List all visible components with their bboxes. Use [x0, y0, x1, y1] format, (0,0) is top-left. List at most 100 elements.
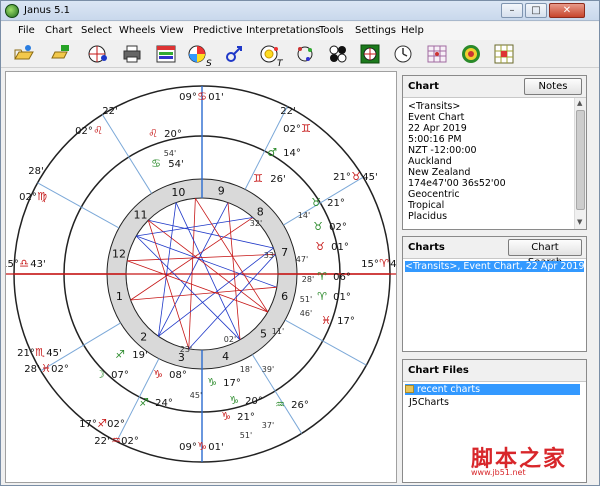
chart-info-scrollbar[interactable]: ▲ ▼ — [574, 98, 586, 229]
chart-list-item[interactable]: <Transits>, Event Chart, 22 Apr 2019, 5:… — [405, 261, 584, 272]
planet-sign-glyph: ♐ — [115, 348, 125, 361]
house-number: 10 — [171, 186, 185, 199]
dial-icon[interactable] — [359, 43, 381, 65]
planet-sign-glyph: ♂ — [267, 146, 277, 159]
clock-icon[interactable] — [392, 43, 414, 65]
planet-sign-glyph: ♉ — [315, 240, 325, 253]
chart-info-scroll-thumb[interactable] — [576, 110, 585, 210]
planet-minute-label: 37' — [262, 421, 274, 430]
file-item-label: recent charts — [417, 384, 481, 395]
time-map-icon[interactable] — [426, 43, 448, 65]
planet-sign-glyph: ♐ — [139, 396, 149, 409]
save-chart-icon[interactable] — [49, 43, 71, 65]
chart-wheel-icon[interactable] — [87, 43, 109, 65]
info-line-house-system: Placidus — [408, 211, 448, 222]
zodiac-sign-glyph: ♍ — [37, 190, 47, 203]
scroll-down-icon[interactable]: ▼ — [577, 218, 582, 226]
cusp-degree-label: 28' — [28, 166, 43, 177]
zodiac-sign-glyph: ♋ — [197, 90, 207, 103]
minimize-button[interactable]: – — [501, 3, 523, 18]
close-button[interactable]: ✕ — [549, 3, 585, 18]
chart-wheel[interactable]: 123 45678910111209° ♋ 01'22'02° ♌22'02° ♊28'0… — [6, 72, 397, 483]
house-number: 11 — [133, 209, 147, 222]
planet-minute-label: 28' — [302, 275, 314, 284]
menu-wheels[interactable]: Wheels — [119, 25, 156, 36]
zodiac-sign-glyph: ♏ — [35, 346, 45, 359]
notes-button[interactable]: Notes — [524, 78, 582, 95]
planet-minute-label: 23' — [180, 345, 192, 354]
cusp-degree-label: 09° — [179, 442, 197, 453]
planet-minute-label: 32' — [250, 219, 262, 228]
menu-tools[interactable]: Tools — [319, 25, 344, 36]
planet-minute-label: 14' — [298, 211, 310, 220]
print-icon[interactable] — [121, 43, 143, 65]
planet-minute-label: 11' — [272, 327, 284, 336]
chart-search-button[interactable]: Chart Search — [508, 239, 582, 268]
zodiac-sign-glyph: ♌ — [93, 124, 103, 137]
planet-sign-glyph: ♈ — [317, 270, 327, 283]
planet-sign-glyph: ♑ — [221, 410, 231, 423]
aspect-grid-icon[interactable] — [327, 43, 349, 65]
zodiac-sign-glyph: ♒ — [111, 434, 121, 447]
menu-chart[interactable]: Chart — [45, 25, 72, 36]
planet-degree-label: 21° — [327, 198, 345, 209]
zodiac-sign-glyph: ♉ — [351, 170, 361, 183]
grid-icon[interactable] — [493, 43, 515, 65]
chart-info-panel: Chart Notes <Transits> Event Chart 22 Ap… — [402, 75, 587, 230]
cusp-minute-label: 45' — [362, 172, 377, 183]
maximize-button[interactable]: □ — [525, 3, 547, 18]
planet-sign-glyph: ♑ — [207, 376, 217, 389]
cusp-minute-label: 43' — [390, 259, 397, 270]
solar-chart-label: S — [206, 59, 212, 69]
progressions-icon[interactable] — [223, 43, 245, 65]
menu-file[interactable]: File — [18, 25, 35, 36]
menu-select[interactable]: Select — [81, 25, 112, 36]
menu-view[interactable]: View — [160, 25, 184, 36]
planet-sign-glyph: ♑ — [153, 368, 163, 381]
planet-degree-label: 07° — [111, 370, 129, 381]
target-icon[interactable] — [460, 43, 482, 65]
planet-degree-label: 26° — [291, 400, 309, 411]
planet-sign-glyph: ♒ — [275, 398, 285, 411]
planet-degree-label: 21° — [237, 412, 255, 423]
zodiac-sign-glyph: ♐ — [97, 417, 107, 430]
chart-files-header: Chart Files — [403, 360, 586, 382]
house-number: 12 — [112, 247, 126, 260]
chart-wheel-pane[interactable]: 1 2 3 4 5 6 7 8 9 10 11 12 09° ♋ 01' 22' 02° ♌ 22' 02° ♊ 28' 0… — [5, 71, 397, 483]
house-number: 5 — [260, 327, 267, 340]
title-bar[interactable]: Janus 5.1 – □ ✕ — [1, 1, 599, 21]
cusp-degree-label: 02° — [75, 126, 93, 137]
planet-degree-label: 01° — [333, 292, 351, 303]
menu-predictive[interactable]: Predictive — [193, 25, 242, 36]
cusp-degree-label: 28' — [24, 364, 39, 375]
house-number: 6 — [281, 290, 288, 303]
charts-header: Charts Chart Search — [403, 237, 586, 268]
calendar-grid-icon[interactable] — [155, 43, 177, 65]
menu-help[interactable]: Help — [401, 25, 424, 36]
planet-degree-label: 19' — [132, 350, 147, 361]
planet-minute-label: 51' — [300, 295, 312, 304]
zodiac-sign-glyph: ♈ — [379, 257, 389, 270]
open-folder-icon[interactable] — [13, 43, 35, 65]
cusp-degree-label: 17° — [79, 419, 97, 430]
planet-sign-glyph: ♈ — [317, 290, 327, 303]
info-line-timezone: NZT -12:00:00 — [408, 145, 477, 156]
menu-interpretations[interactable]: Interpretations — [246, 25, 320, 36]
file-item-recent-charts[interactable]: recent charts — [405, 384, 580, 395]
planet-sign-glyph: ♑ — [229, 394, 239, 407]
planet-sign-glyph: ♉ — [313, 220, 323, 233]
file-item-j5charts[interactable]: J5Charts — [405, 397, 580, 408]
app-logo-icon — [5, 4, 19, 18]
planet-graph-icon[interactable] — [294, 43, 316, 65]
cusp-minute-label: 43' — [30, 259, 45, 270]
menu-settings[interactable]: Settings — [355, 25, 396, 36]
menu-bar: File Chart Select Wheels View Predictive… — [1, 22, 599, 40]
cusp-degree-label: 15° — [361, 259, 379, 270]
scroll-up-icon[interactable]: ▲ — [577, 99, 582, 107]
transits-label: T — [277, 59, 283, 69]
info-line-date: 22 Apr 2019 — [408, 123, 467, 134]
planet-minute-label: 18' — [240, 365, 252, 374]
charts-title: Charts — [408, 242, 445, 253]
cusp-degree-label: 02° — [283, 124, 301, 135]
house-number: 7 — [281, 246, 288, 259]
